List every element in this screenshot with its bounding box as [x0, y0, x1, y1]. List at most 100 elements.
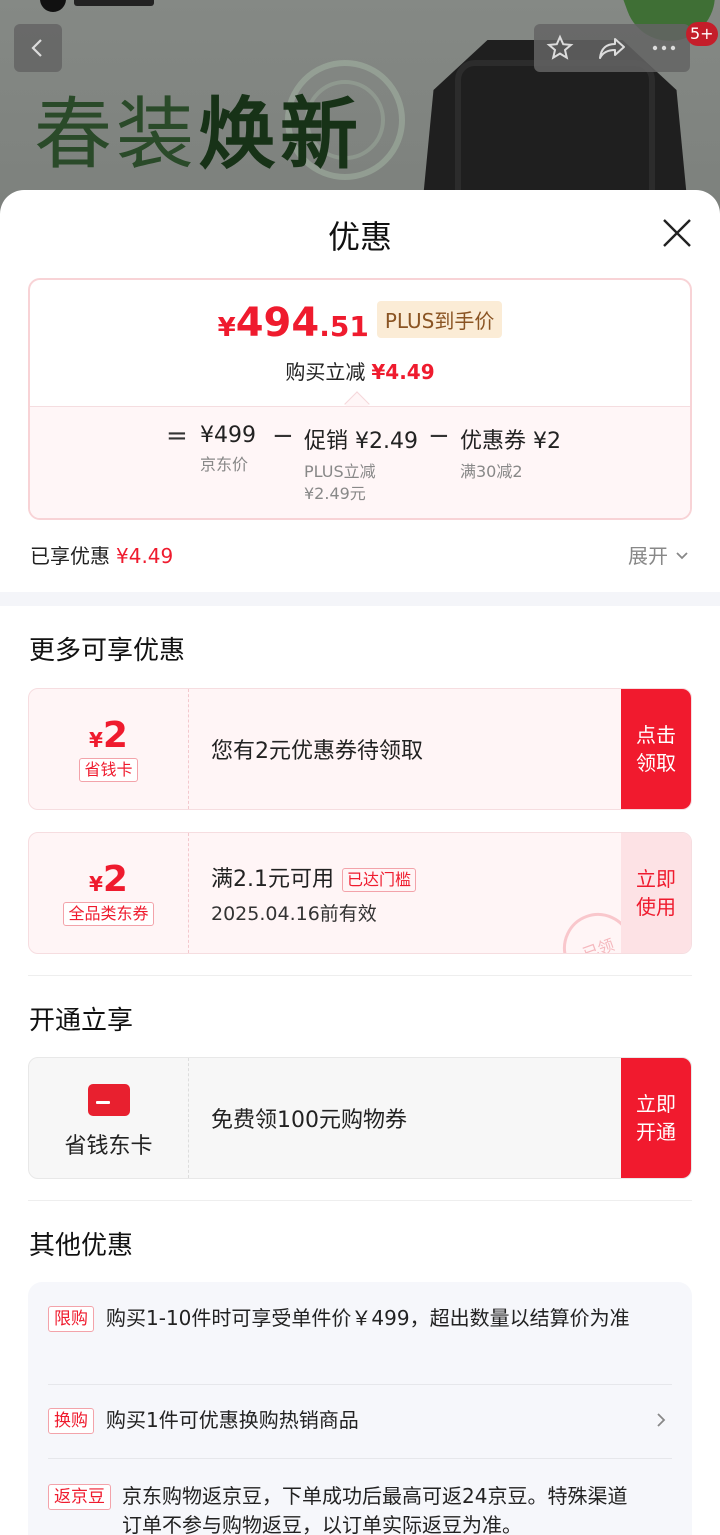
sheet-header: 优惠	[0, 190, 720, 276]
coupon-value: 优惠券 ¥2	[460, 429, 561, 454]
chevron-left-icon	[31, 39, 42, 57]
threshold-badge: 已达门槛	[342, 867, 417, 892]
discount-text: 购买1-10件时可享受单件价￥499，超出数量以结算价为准	[106, 1306, 630, 1330]
more-discounts-title: 更多可享优惠	[29, 636, 186, 666]
list-divider	[48, 1384, 672, 1385]
final-price: ¥494.51	[218, 300, 369, 346]
section-gap	[0, 592, 720, 606]
coupon-amount: ¥2	[29, 859, 188, 900]
other-discount-item: 限购 购买1-10件时可享受单件价￥499，超出数量以结算价为准	[48, 1304, 672, 1333]
coupon-label: 满30减2	[460, 462, 523, 481]
store-logo	[40, 0, 66, 12]
card-icon	[87, 1084, 130, 1116]
divider	[28, 975, 692, 976]
promo-label: PLUS立减 ¥2.49元	[304, 461, 418, 505]
chevron-right-icon	[657, 1413, 666, 1427]
product-image-detail	[455, 60, 655, 210]
minus-sign: −	[272, 421, 294, 451]
promo-label-line2: ¥2.49元	[304, 484, 366, 503]
equals-sign: =	[166, 421, 188, 451]
back-button[interactable]	[14, 24, 62, 72]
membership-card-offer[interactable]: 省钱东卡 免费领100元购物券 立即开通	[28, 1057, 692, 1179]
activate-button-line1: 立即	[636, 1092, 676, 1116]
close-button[interactable]	[660, 216, 694, 250]
coupon-currency: ¥	[89, 872, 103, 896]
coupon-card[interactable]: ¥2 全品类东券 满2.1元可用 已达门槛 2025.04.16前有效 已领 立即…	[28, 832, 692, 954]
discount-label: 限购	[48, 1306, 94, 1332]
jd-price-label: 京东价	[200, 455, 249, 474]
promo-label-line1: PLUS立减	[304, 462, 376, 481]
discount-text: 京东购物返京豆，下单成功后最高可返24京豆。特殊渠道订单不参与购物返豆，以订单实…	[122, 1484, 628, 1535]
other-discount-item[interactable]: 换购 购买1件可优惠换购热销商品	[48, 1406, 672, 1435]
price-currency: ¥	[217, 313, 236, 343]
discount-label: 返京豆	[48, 1484, 111, 1510]
price-decimal: .51	[319, 310, 369, 343]
notification-badge: 5+	[686, 22, 718, 46]
price-integer: 494	[235, 300, 320, 346]
coupon-currency: ¥	[89, 728, 103, 752]
use-button-line2: 使用	[636, 895, 676, 919]
store-logo-text	[74, 0, 154, 6]
coupon-amount-number: 2	[102, 715, 128, 756]
coupon-condition: 满2.1元可用	[211, 866, 334, 892]
coupon-expiry: 2025.04.16前有效	[211, 902, 377, 925]
promo-discount: 促销 ¥2.49 PLUS立减 ¥2.49元	[304, 423, 418, 505]
coupon-description: 您有2元优惠券待领取	[211, 689, 423, 809]
activate-button-line2: 开通	[636, 1120, 676, 1144]
discount-label: 换购	[48, 1408, 94, 1434]
buy-discount-label: 购买立减	[285, 360, 366, 384]
jd-price-value: ¥499	[200, 423, 256, 448]
discount-text: 购买1件可优惠换购热销商品	[106, 1408, 359, 1432]
more-icon[interactable]	[644, 34, 684, 62]
open-section-title: 开通立享	[29, 1006, 134, 1036]
claim-button-line1: 点击	[636, 723, 676, 747]
coupon-amount: ¥2	[29, 715, 188, 756]
enjoyed-discount: 已享优惠 ¥4.49	[30, 540, 173, 569]
other-discounts-list: 限购 购买1-10件时可享受单件价￥499，超出数量以结算价为准 换购 购买1件…	[28, 1282, 692, 1535]
other-discount-item: 返京豆 京东购物返京豆，下单成功后最高可返24京豆。特殊渠道订单不参与购物返豆，…	[48, 1482, 672, 1535]
plus-price-tag: PLUS到手价	[376, 300, 503, 338]
activate-button[interactable]: 立即 开通	[621, 1058, 691, 1178]
minus-sign: −	[428, 421, 450, 451]
coupon-main-text: 您有2元优惠券待领取	[211, 739, 423, 764]
close-icon	[663, 219, 691, 247]
coupon-amount-number: 2	[102, 859, 128, 900]
coupon-value-panel: ¥2 全品类东券	[29, 833, 189, 953]
coupon-main-text: 满2.1元可用 已达门槛	[211, 861, 417, 893]
promo-value: 促销 ¥2.49	[304, 429, 418, 454]
banner-title-bold: 焕新	[198, 90, 363, 180]
final-price-area: ¥494.51 PLUS到手价 购买立减 ¥4.49	[30, 280, 690, 417]
star-icon[interactable]	[540, 34, 580, 62]
divider	[28, 1200, 692, 1201]
price-summary: ¥494.51 PLUS到手价 购买立减 ¥4.49 = ¥499 京东价 − 促…	[28, 278, 692, 520]
discount-sheet: 优惠 ¥494.51 PLUS到手价 购买立减 ¥4.49 = ¥499 京东价 …	[0, 190, 720, 1535]
membership-card-panel: 省钱东卡	[29, 1058, 189, 1178]
coupon-type-tag: 省钱卡	[79, 758, 138, 782]
claim-button[interactable]: 点击 领取	[621, 689, 691, 809]
membership-card-name: 省钱东卡	[64, 1134, 153, 1159]
claim-button-line2: 领取	[636, 751, 676, 775]
buy-discount: 购买立减 ¥4.49	[30, 356, 690, 385]
enjoyed-value: ¥4.49	[116, 544, 174, 568]
coupon-type-tag: 全品类东券	[63, 902, 154, 926]
coupon-value-panel: ¥2 省钱卡	[29, 689, 189, 809]
buy-discount-value: ¥4.49	[371, 360, 435, 384]
chevron-down-icon	[676, 551, 688, 559]
top-actions	[534, 24, 690, 72]
coupon-description: 满2.1元可用 已达门槛 2025.04.16前有效	[211, 833, 417, 953]
enjoyed-label: 已享优惠	[30, 544, 110, 568]
use-button[interactable]: 立即 使用	[621, 833, 691, 953]
share-icon[interactable]	[592, 34, 632, 62]
membership-card-text: 免费领100元购物券	[211, 1108, 407, 1133]
coupon-card[interactable]: ¥2 省钱卡 您有2元优惠券待领取 点击领取	[28, 688, 692, 810]
sheet-title: 优惠	[327, 218, 392, 256]
price-breakdown: = ¥499 京东价 − 促销 ¥2.49 PLUS立减 ¥2.49元 − 优惠券…	[30, 406, 690, 518]
expand-label: 展开	[628, 544, 668, 568]
use-button-line1: 立即	[636, 867, 676, 891]
banner-title: 春装焕新	[34, 90, 362, 180]
final-price-line: ¥494.51 PLUS到手价	[30, 300, 690, 346]
expand-button[interactable]: 展开	[628, 540, 690, 569]
banner-title-thin: 春装	[34, 90, 199, 180]
other-discounts-title: 其他优惠	[29, 1231, 134, 1261]
list-divider	[48, 1458, 672, 1459]
